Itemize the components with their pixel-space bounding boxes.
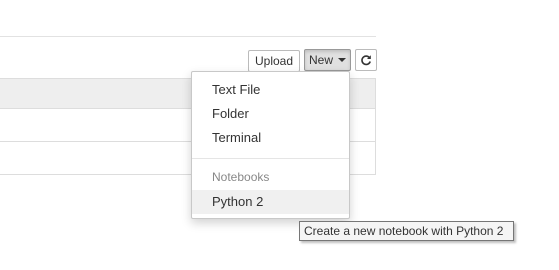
- refresh-button[interactable]: [355, 49, 377, 71]
- menu-item-folder[interactable]: Folder: [192, 102, 349, 126]
- toolbar-divider: [0, 36, 376, 37]
- new-dropdown-menu: Text File Folder Terminal Notebooks Pyth…: [191, 71, 350, 219]
- notebooks-section-header: Notebooks: [212, 170, 270, 184]
- upload-button[interactable]: Upload: [248, 50, 300, 72]
- new-button-label: New: [308, 53, 333, 67]
- refresh-icon: [361, 55, 371, 66]
- menu-item-text-file[interactable]: Text File: [192, 78, 349, 102]
- upload-button-label: Upload: [254, 54, 294, 68]
- new-button[interactable]: New: [304, 49, 351, 71]
- caret-down-icon: [338, 58, 346, 62]
- menu-divider: [192, 158, 349, 159]
- menu-item-terminal[interactable]: Terminal: [192, 126, 349, 150]
- tooltip: Create a new notebook with Python 2: [299, 221, 514, 241]
- menu-item-python-2[interactable]: Python 2: [192, 190, 349, 214]
